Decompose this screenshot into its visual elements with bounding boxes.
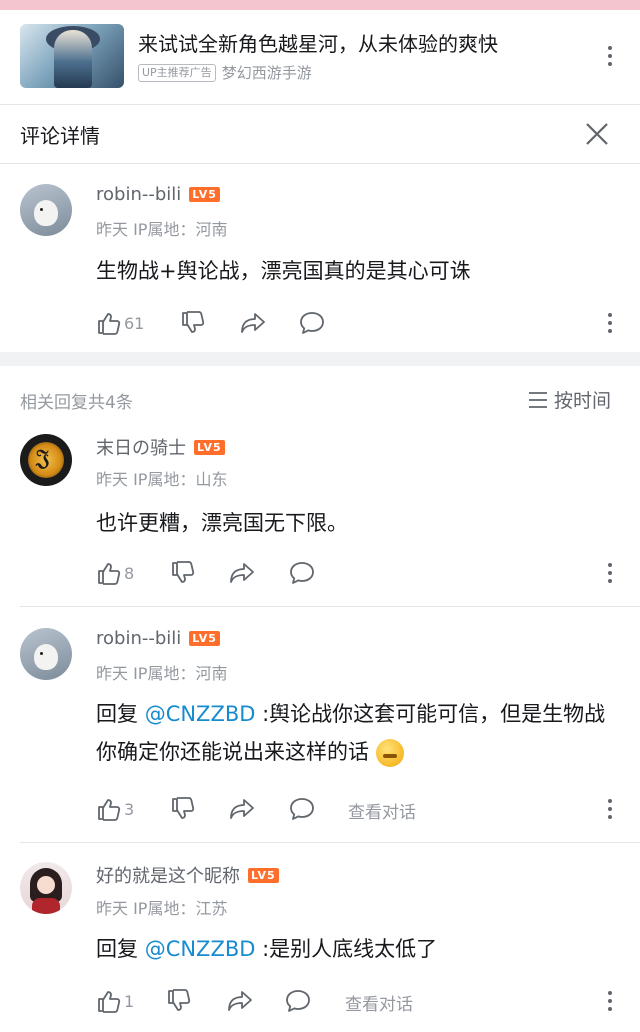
sort-button[interactable]: 按时间	[528, 386, 611, 413]
reply-button[interactable]	[284, 987, 312, 1015]
comment-icon	[290, 562, 314, 584]
reply-button[interactable]	[288, 559, 316, 587]
close-icon[interactable]	[584, 121, 610, 147]
reply-username[interactable]: 好的就是这个昵称 LV5	[96, 862, 279, 888]
ad-badge: UP主推荐广告	[138, 63, 216, 82]
ad-subline: UP主推荐广告 梦幻西游手游	[138, 62, 312, 83]
ad-source: 梦幻西游手游	[221, 64, 312, 82]
more-icon[interactable]	[602, 561, 618, 585]
reply-meta: 昨天 IP属地：河南	[96, 664, 228, 683]
mention-link[interactable]: @CNZZBD	[145, 937, 256, 961]
reply-prefix: 回复	[96, 702, 145, 726]
mention-link[interactable]: @CNZZBD	[145, 702, 256, 726]
username-text[interactable]: robin--bili	[96, 184, 181, 205]
reply-actions: 1 查看对话	[96, 987, 624, 1015]
level-badge: LV5	[194, 439, 225, 455]
comment-meta: 昨天 IP属地：河南	[96, 220, 228, 239]
reply-text: :是别人底线太低了	[255, 937, 438, 961]
like-count: 1	[124, 991, 135, 1011]
share-button[interactable]	[226, 987, 254, 1015]
reply-meta: 昨天 IP属地：山东	[96, 470, 228, 489]
level-badge: LV5	[189, 631, 220, 646]
more-icon[interactable]	[602, 797, 618, 821]
level-badge: LV5	[189, 187, 220, 202]
ad-thumbnail[interactable]	[20, 24, 124, 88]
level-badge: LV5	[248, 867, 279, 883]
reply-content: 回复 @CNZZBD :舆论战你这套可能可信，但是生物战你确定你还能说出来这样的…	[96, 695, 624, 771]
like-count: 3	[124, 799, 135, 819]
avatar[interactable]	[20, 862, 72, 914]
thumbs-down-icon	[182, 311, 205, 333]
share-button[interactable]	[228, 795, 256, 823]
share-button[interactable]	[228, 559, 256, 587]
share-icon	[228, 991, 252, 1011]
dislike-button[interactable]	[180, 309, 206, 337]
sort-label[interactable]: 按时间	[554, 386, 611, 413]
reply-prefix: 回复	[96, 937, 145, 961]
reply-button[interactable]	[288, 795, 316, 823]
ad-title[interactable]: 来试试全新角色越星河，从未体验的爽快	[138, 28, 498, 57]
dislike-button[interactable]	[166, 987, 192, 1015]
thumbs-down-icon	[168, 989, 191, 1011]
more-icon[interactable]	[602, 311, 618, 335]
comment-actions: 61	[96, 309, 624, 337]
section-gap	[0, 352, 640, 366]
ad-banner[interactable]: 来试试全新角色越星河，从未体验的爽快 UP主推荐广告 梦幻西游手游	[0, 10, 640, 104]
like-button[interactable]: 3	[96, 795, 134, 823]
avatar[interactable]	[20, 628, 72, 680]
divider	[20, 606, 640, 607]
emoji-icon	[375, 739, 404, 767]
view-conversation-link[interactable]: 查看对话	[348, 798, 416, 823]
username-text[interactable]: 好的就是这个昵称	[96, 862, 240, 888]
like-button[interactable]: 61	[96, 309, 144, 337]
like-button[interactable]: 1	[96, 987, 134, 1015]
view-conversation-link[interactable]: 查看对话	[345, 990, 413, 1015]
share-button[interactable]	[239, 309, 267, 337]
avatar[interactable]: 𝔍	[20, 434, 72, 486]
reply-meta: 昨天 IP属地：江苏	[96, 899, 228, 918]
reply-button[interactable]	[298, 309, 326, 337]
more-icon[interactable]	[602, 989, 618, 1013]
share-icon	[230, 799, 254, 819]
reply-actions: 8	[96, 559, 624, 587]
comment-icon	[300, 312, 324, 334]
reply-username[interactable]: 末日の骑士 LV5	[96, 434, 225, 460]
username-text[interactable]: 末日の骑士	[96, 434, 186, 460]
comment-content: 生物战+舆论战，漂亮国真的是其心可诛	[96, 259, 471, 283]
thumbs-up-icon	[98, 313, 121, 335]
list-icon	[529, 391, 547, 408]
share-icon	[230, 563, 254, 583]
reply-content: 回复 @CNZZBD :是别人底线太低了	[96, 930, 624, 968]
thumbs-up-icon	[98, 799, 121, 821]
share-icon	[241, 313, 265, 333]
reply-username[interactable]: robin--bili LV5	[96, 628, 220, 649]
thumbs-up-icon	[98, 563, 121, 585]
reply-actions: 3 查看对话	[96, 795, 624, 823]
replies-count: 相关回复共4条	[20, 393, 133, 413]
top-pink-bar	[0, 0, 640, 10]
divider	[0, 104, 640, 105]
divider	[20, 842, 640, 843]
comment-username[interactable]: robin--bili LV5	[96, 184, 220, 205]
divider	[0, 163, 640, 164]
username-text[interactable]: robin--bili	[96, 628, 181, 649]
like-count: 61	[124, 313, 145, 333]
comment-icon	[286, 990, 310, 1012]
like-count: 8	[124, 563, 135, 583]
page-title: 评论详情	[20, 124, 100, 148]
thumbs-down-icon	[172, 561, 195, 583]
thumbs-down-icon	[172, 797, 195, 819]
dislike-button[interactable]	[170, 795, 196, 823]
like-button[interactable]: 8	[96, 559, 134, 587]
thumbs-up-icon	[98, 991, 121, 1013]
more-icon[interactable]	[602, 44, 618, 68]
avatar[interactable]	[20, 184, 72, 236]
reply-content: 也许更糟，漂亮国无下限。	[96, 511, 348, 535]
dislike-button[interactable]	[170, 559, 196, 587]
comment-icon	[290, 798, 314, 820]
